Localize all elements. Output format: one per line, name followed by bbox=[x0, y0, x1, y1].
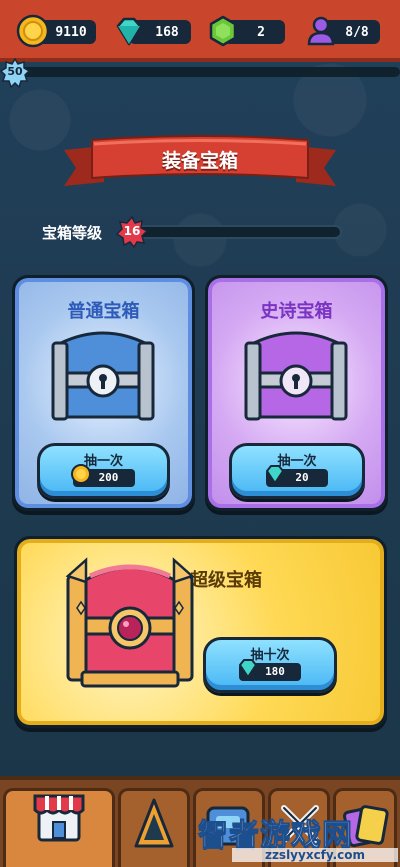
hero-icon bbox=[134, 798, 174, 848]
player-level: 50 bbox=[7, 65, 23, 78]
super-chest-icon bbox=[65, 557, 195, 688]
page-title: 装备宝箱 bbox=[161, 150, 238, 172]
chest-level-label: 宝箱等级 bbox=[42, 224, 103, 242]
draw-ten-label: 抽十次 bbox=[250, 648, 290, 663]
emerald-icon bbox=[209, 15, 237, 47]
coin-icon bbox=[16, 14, 50, 48]
epic-chest-icon bbox=[244, 331, 348, 421]
draw-once-label: 抽一次 bbox=[83, 454, 123, 469]
normal-chest-title: 普通宝箱 bbox=[67, 301, 140, 322]
chest-level-bar bbox=[134, 225, 342, 239]
experience-bar bbox=[12, 67, 400, 77]
epic-chest-draw-once-button[interactable]: 抽一次 20 bbox=[229, 443, 365, 499]
super-chest-title: 超级宝箱 bbox=[190, 570, 262, 591]
coin-icon bbox=[71, 464, 91, 484]
normal-chest-draw-once-button[interactable]: 抽一次 200 bbox=[37, 443, 170, 499]
epic-chest-title: 史诗宝箱 bbox=[260, 301, 333, 322]
super-chest-draw-ten-button[interactable]: 抽十次 180 bbox=[203, 637, 337, 693]
normal-chest-icon bbox=[51, 331, 155, 421]
diamond-icon bbox=[239, 659, 257, 678]
diamond-icon bbox=[266, 465, 284, 484]
diamond-icon bbox=[116, 17, 142, 46]
draw-once-label: 抽一次 bbox=[277, 454, 317, 469]
chest-level-value: 16 bbox=[123, 224, 141, 238]
watermark-url: zzslyyxcfy.com bbox=[232, 848, 398, 862]
person-icon bbox=[307, 16, 335, 46]
shop-icon bbox=[33, 794, 85, 842]
